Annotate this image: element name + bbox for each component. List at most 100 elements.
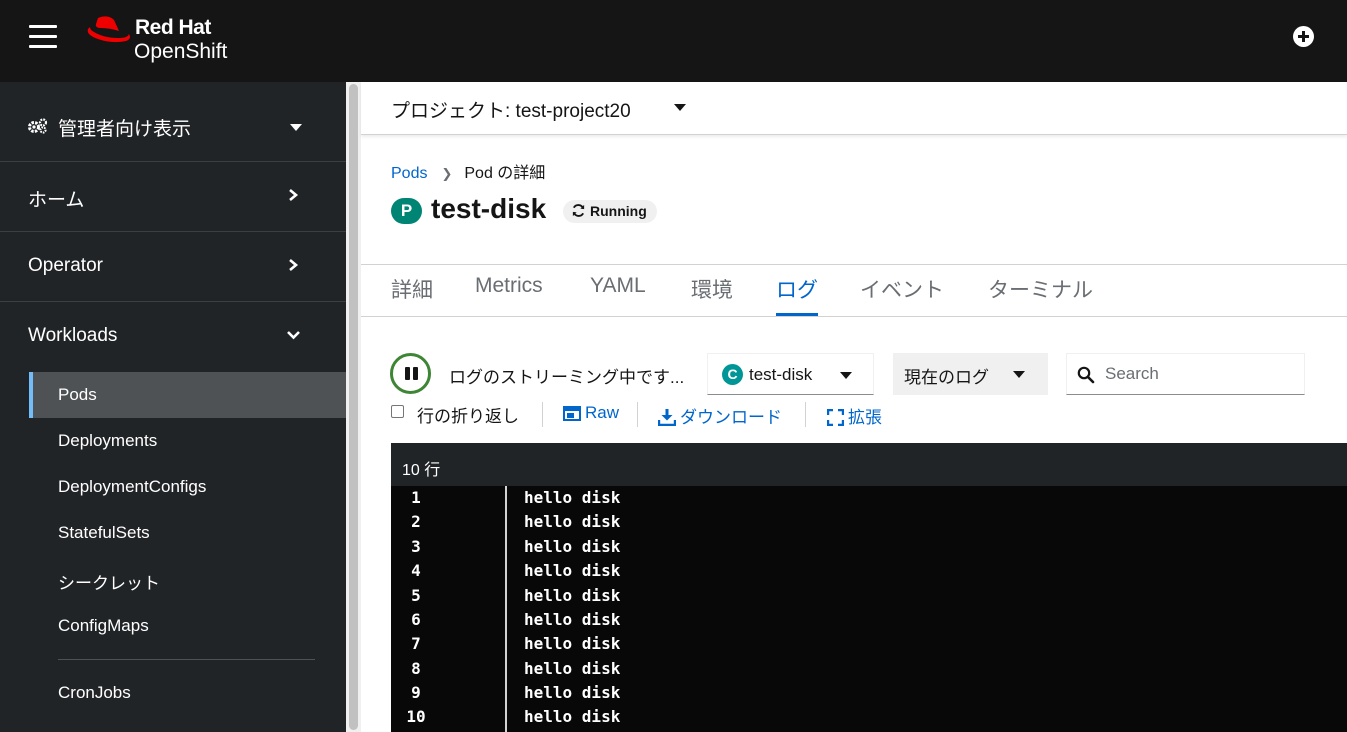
sidebar-item-label: ConfigMaps: [58, 616, 149, 635]
sidebar: 管理者向け表示 ホーム Operator Workloads Pods Depl…: [0, 82, 346, 732]
container-resource-badge: C: [722, 364, 743, 385]
import-plus-icon[interactable]: [1293, 26, 1314, 47]
log-line-number: 6: [411, 610, 421, 629]
external-window-icon: [563, 406, 581, 421]
log-line-number: 3: [411, 537, 421, 556]
log-line-number: 5: [411, 586, 421, 605]
sidebar-item-label: DeploymentConfigs: [58, 477, 207, 496]
download-label: ダウンロード: [680, 408, 782, 427]
nav-section-workloads[interactable]: Workloads: [0, 302, 346, 372]
scrollbar-thumb[interactable]: [349, 84, 358, 730]
toolbar-separator: [637, 402, 638, 427]
log-viewer[interactable]: 1 hello disk 2 hello disk 3 hello disk 4 hel…: [391, 486, 1347, 732]
nav-section-operator[interactable]: Operator: [0, 232, 346, 302]
log-type-select[interactable]: 現在のログ: [893, 353, 1048, 395]
chevron-right-icon: [289, 259, 299, 271]
log-line-number: 1: [411, 488, 421, 507]
sidebar-item-cronjobs[interactable]: CronJobs: [29, 670, 346, 716]
red-hat-icon: [87, 16, 130, 43]
perspective-label: 管理者向け表示: [58, 119, 192, 140]
chevron-right-icon: [289, 189, 299, 201]
project-selector[interactable]: プロジェクト: test-project20: [391, 96, 631, 123]
sidebar-item-label: CronJobs: [58, 683, 131, 702]
log-line-text: hello disk: [524, 610, 621, 629]
log-line-number: 10: [406, 707, 426, 726]
log-line-count: 10 行: [402, 462, 441, 479]
tab-metrics[interactable]: Metrics: [475, 274, 543, 310]
log-type-value: 現在のログ: [904, 368, 989, 387]
expand-label: 拡張: [848, 408, 882, 427]
log-line-number: 9: [411, 683, 421, 702]
tab-yaml[interactable]: YAML: [590, 274, 646, 310]
sidebar-item-deploymentconfigs[interactable]: DeploymentConfigs: [29, 464, 346, 510]
hamburger-menu-icon[interactable]: [29, 25, 57, 49]
nav-section-label: Operator: [28, 255, 103, 276]
nav-section-label: Workloads: [28, 325, 118, 346]
container-select-value: test-disk: [749, 365, 813, 384]
perspective-switcher[interactable]: 管理者向け表示: [0, 91, 346, 162]
wrap-lines-label[interactable]: 行の折り返し: [417, 402, 519, 427]
brand-line2: OpenShift: [134, 40, 228, 63]
tab-logs[interactable]: ログ: [776, 274, 818, 316]
chevron-down-icon: [287, 331, 300, 340]
log-line-text: hello disk: [524, 561, 621, 580]
tab-details[interactable]: 詳細: [391, 274, 433, 316]
toolbar-separator: [805, 402, 806, 427]
search-input[interactable]: [1105, 362, 1295, 386]
log-line-text: hello disk: [524, 634, 621, 653]
sidebar-item-label: Deployments: [58, 431, 158, 450]
log-line-text: hello disk: [524, 512, 621, 531]
nav-section-home[interactable]: ホーム: [0, 162, 346, 232]
detail-tabs: 詳細 Metrics YAML 環境 ログ イベント ターミナル: [361, 264, 1347, 317]
log-search[interactable]: [1066, 353, 1305, 395]
log-line-number: 8: [411, 659, 421, 678]
pod-resource-badge: P: [391, 198, 422, 224]
caret-down-icon: [1013, 371, 1025, 378]
sidebar-item-deployments[interactable]: Deployments: [29, 418, 346, 464]
sidebar-item-configmaps[interactable]: ConfigMaps: [29, 603, 346, 649]
expand-link[interactable]: 拡張: [826, 403, 882, 428]
raw-label: Raw: [585, 403, 620, 422]
angle-right-icon: ❯: [441, 166, 453, 181]
log-line-number: 4: [411, 561, 421, 580]
caret-down-icon[interactable]: [674, 104, 686, 111]
log-line-number: 2: [411, 512, 421, 531]
tab-events[interactable]: イベント: [860, 274, 944, 316]
log-line-number: 7: [411, 634, 421, 653]
pause-streaming-button[interactable]: [390, 353, 431, 394]
expand-icon: [826, 408, 845, 427]
raw-link[interactable]: Raw: [563, 403, 619, 423]
breadcrumb-pods-link[interactable]: Pods: [391, 165, 427, 182]
sidebar-divider: [58, 659, 315, 660]
log-gutter-divider: [505, 486, 507, 732]
tab-environment[interactable]: 環境: [691, 274, 733, 316]
caret-down-icon: [290, 124, 302, 131]
project-bar: プロジェクト: test-project20: [361, 82, 1347, 135]
streaming-status-text: ログのストリーミング中です...: [449, 368, 685, 387]
cogs-icon: [28, 118, 48, 134]
sidebar-item-pods[interactable]: Pods: [29, 372, 346, 418]
log-viewer-header: 10 行: [391, 443, 1347, 486]
download-icon: [657, 409, 677, 427]
search-icon: [1077, 366, 1095, 384]
wrap-lines-checkbox[interactable]: [391, 405, 404, 418]
tab-terminal[interactable]: ターミナル: [988, 274, 1093, 316]
log-line-text: hello disk: [524, 586, 621, 605]
status-badge: Running: [563, 200, 657, 223]
sidebar-item-label: Pods: [58, 385, 97, 404]
log-line-text: hello disk: [524, 707, 621, 726]
log-line-text: hello disk: [524, 683, 621, 702]
sidebar-scrollbar[interactable]: [346, 82, 361, 732]
brand-line1: Red Hat: [135, 16, 211, 39]
container-select[interactable]: C test-disk: [707, 353, 874, 395]
nav-section-label: ホーム: [28, 190, 85, 211]
status-text: Running: [590, 203, 647, 219]
download-link[interactable]: ダウンロード: [657, 403, 782, 428]
sidebar-item-secrets[interactable]: シークレット: [29, 556, 346, 602]
log-line-text: hello disk: [524, 537, 621, 556]
sync-icon: [572, 204, 585, 217]
breadcrumb-current: Pod の詳細: [464, 165, 546, 182]
sidebar-item-statefulsets[interactable]: StatefulSets: [29, 510, 346, 556]
sidebar-item-label: StatefulSets: [58, 523, 150, 542]
log-line-text: hello disk: [524, 488, 621, 507]
